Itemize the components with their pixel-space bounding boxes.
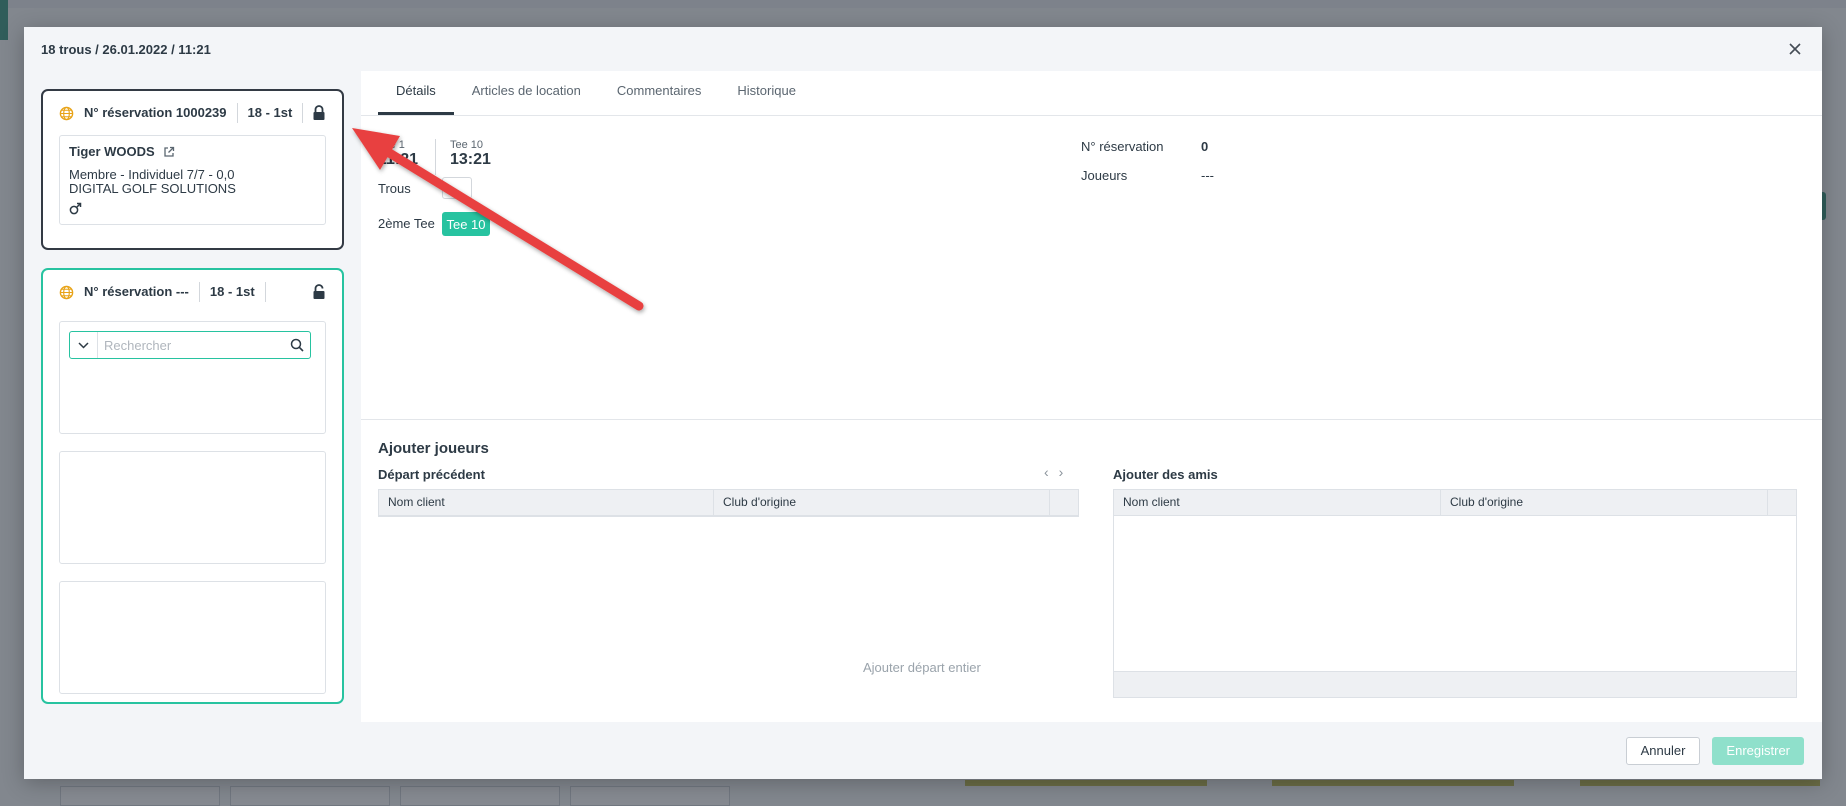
reservation-holes: 18 - 1st <box>200 282 266 302</box>
modal-title: 18 trous / 26.01.2022 / 11:21 <box>41 41 211 57</box>
column-header[interactable]: Club d'origine <box>714 490 1050 515</box>
tab-bar: Détails Articles de location Commentaire… <box>361 71 1822 116</box>
players-label: Joueurs <box>1081 168 1128 183</box>
table-footer <box>1114 671 1796 697</box>
lock-icon[interactable] <box>312 105 326 121</box>
reservation-number: N° réservation --- <box>84 282 200 302</box>
second-tee-label: 2ème Tee <box>378 216 435 231</box>
chevron-down-icon <box>78 341 89 349</box>
table-header: Nom client Club d'origine <box>379 490 1078 516</box>
add-friends-title: Ajouter des amis <box>1113 467 1218 482</box>
column-header[interactable]: Nom client <box>379 490 714 515</box>
column-header[interactable]: Club d'origine <box>1441 490 1768 515</box>
tab-rental-items[interactable]: Articles de location <box>454 70 599 115</box>
player-slot[interactable] <box>59 451 326 564</box>
holes-field[interactable] <box>442 177 472 199</box>
player-slot[interactable] <box>59 581 326 694</box>
previous-departure-title: Départ précédent <box>378 467 485 482</box>
male-icon <box>69 202 82 215</box>
previous-departure-table: Nom client Club d'origine <box>378 489 1079 517</box>
player-card[interactable]: Tiger WOODS Membre - Individuel 7/7 - 0,… <box>59 135 326 225</box>
tab-history[interactable]: Historique <box>719 70 814 115</box>
player-slot[interactable] <box>59 321 326 434</box>
players-value: --- <box>1201 168 1214 183</box>
friends-table: Nom client Club d'origine <box>1113 489 1797 698</box>
tee10-label: Tee 10 <box>450 139 484 151</box>
details-panel: Détails Articles de location Commentaire… <box>361 71 1822 722</box>
tab-details[interactable]: Détails <box>378 70 454 115</box>
search-icon[interactable] <box>284 338 310 352</box>
player-membership: Membre - Individuel 7/7 - 0,0 <box>69 167 235 182</box>
player-search <box>69 331 311 359</box>
reservation-card[interactable]: N° réservation 1000239 18 - 1st Tiger WO… <box>41 89 344 250</box>
section-divider <box>361 419 1822 420</box>
reservation-modal: 18 trous / 26.01.2022 / 11:21 N° réserva… <box>24 27 1822 779</box>
reservation-header: N° réservation --- 18 - 1st <box>59 270 326 314</box>
search-dropdown[interactable] <box>70 332 98 358</box>
globe-icon <box>59 285 74 299</box>
cancel-button[interactable]: Annuler <box>1625 736 1701 765</box>
modal-header: 18 trous / 26.01.2022 / 11:21 <box>24 27 1822 71</box>
reservation-number: N° réservation 1000239 <box>84 103 238 123</box>
modal-footer: Annuler Enregistrer <box>24 722 1822 779</box>
globe-icon <box>59 106 74 120</box>
reservation-header: N° réservation 1000239 18 - 1st <box>59 91 326 135</box>
second-tee-button[interactable]: Tee 10 <box>442 212 490 236</box>
tee10-time: 13:21 <box>450 151 491 168</box>
table-header: Nom client Club d'origine <box>1114 490 1796 516</box>
search-input[interactable] <box>98 333 284 357</box>
tee10-block: Tee 10 13:21 <box>450 139 491 169</box>
player-name-row: Tiger WOODS <box>69 144 316 159</box>
modal-body: N° réservation 1000239 18 - 1st Tiger WO… <box>24 71 1822 722</box>
reservation-card[interactable]: N° réservation --- 18 - 1st <box>41 268 344 704</box>
column-header[interactable]: Nom client <box>1114 490 1441 515</box>
tee-divider <box>435 139 436 175</box>
close-icon <box>1789 43 1801 55</box>
add-players-title: Ajouter joueurs <box>378 440 489 457</box>
chevron-left-icon[interactable]: ‹ <box>1044 464 1049 480</box>
external-link-icon[interactable] <box>163 146 175 158</box>
reservation-number-value: 0 <box>1201 139 1209 154</box>
holes-label: Trous <box>378 181 411 196</box>
chevron-right-icon[interactable]: › <box>1059 464 1064 480</box>
add-whole-departure-link[interactable]: Ajouter départ entier <box>863 660 981 675</box>
close-button[interactable] <box>1785 39 1805 59</box>
save-button[interactable]: Enregistrer <box>1712 736 1804 765</box>
player-name: Tiger WOODS <box>69 144 155 159</box>
reservation-list: N° réservation 1000239 18 - 1st Tiger WO… <box>24 71 361 722</box>
reservation-number-label: N° réservation <box>1081 139 1164 154</box>
reservation-holes: 18 - 1st <box>238 103 304 123</box>
unlock-icon[interactable] <box>312 284 326 300</box>
tee1-block: Tee 1 11:21 <box>378 139 418 169</box>
tab-comments[interactable]: Commentaires <box>599 70 720 115</box>
tee1-time: 11:21 <box>378 151 419 168</box>
tee1-label: Tee 1 <box>378 139 405 151</box>
departure-nav: ‹ › <box>1044 464 1063 480</box>
player-club: DIGITAL GOLF SOLUTIONS <box>69 181 236 196</box>
